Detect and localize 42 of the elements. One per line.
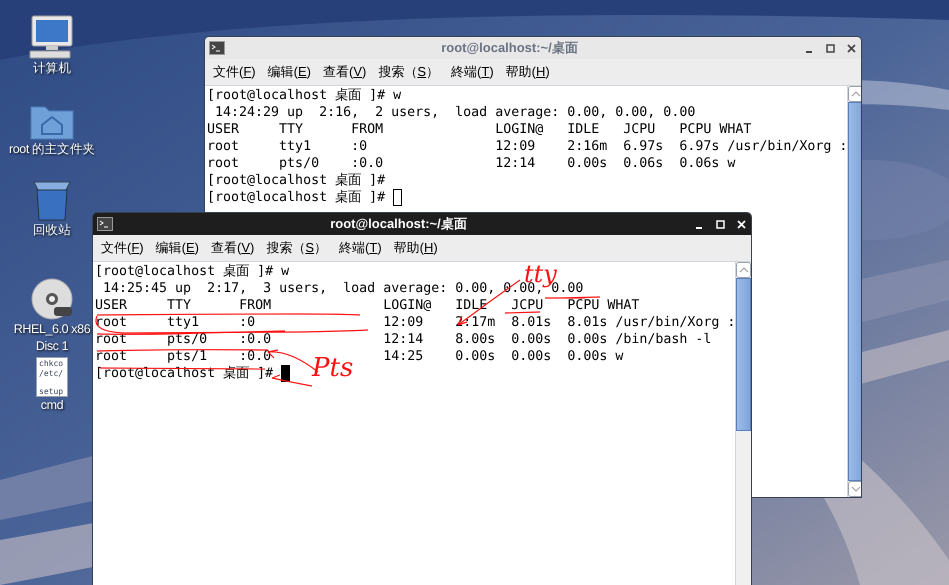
menu-item[interactable]: 終端(T) [451, 62, 494, 82]
icon-label: cmd [40, 397, 64, 414]
terminal-line: [root@localhost 桌面 ]# [207, 172, 386, 189]
menu-item[interactable]: 帮助(H) [506, 62, 550, 82]
scrollbar-thumb[interactable] [736, 278, 751, 431]
menu-item[interactable]: 查看(V) [323, 62, 366, 82]
terminal-line: USER TTY FROM LOGIN@ IDLE JCPU PCPU WHAT [207, 121, 752, 138]
menu-item[interactable]: 搜索（S） [378, 62, 440, 82]
terminal-line: USER TTY FROM LOGIN@ IDLE JCPU PCPU WHAT [95, 297, 640, 314]
icon-label: Disc 1 [36, 338, 68, 355]
terminal-icon [97, 217, 113, 231]
menu-item[interactable]: 文件(F) [213, 62, 256, 82]
menu-item[interactable]: 終端(T) [339, 238, 382, 258]
terminal-line: root pts/0 :0.0 12:14 8.00s 0.00s 0.00s /bin/bash -l [95, 331, 712, 348]
menu-item[interactable]: 文件(F) [101, 238, 144, 258]
window-title: root@localhost:~/桌面 [440, 39, 579, 58]
terminal-line: 14:24:29 up 2:16, 2 users, load average: 0.00, 0.00, 0.00 [214, 104, 696, 121]
menu-item[interactable]: 搜索（S） [266, 238, 328, 258]
menu-item[interactable]: 帮助(H) [394, 238, 438, 258]
terminal-line: [root@localhost 桌面 ]# w [207, 87, 402, 104]
disc-icon[interactable] [30, 277, 74, 321]
menu-item[interactable]: 编辑(E) [268, 62, 311, 82]
terminal-icon [209, 41, 225, 55]
terminal-line: [root@localhost 桌面 ]# [95, 365, 274, 382]
icon-label: 计算机 [33, 60, 71, 77]
icon-label: RHEL_6.0 x86 [14, 321, 90, 338]
terminal-line: root tty1 :0 12:09 2:16m 6.97s 6.97s /usr/bin/Xorg : [207, 138, 848, 155]
icon-label: 回收站 [33, 222, 71, 239]
terminal-line: [root@localhost 桌面 ]# w [95, 263, 290, 280]
preview-text: /etc/ [39, 369, 64, 379]
file-thumbnail[interactable]: chkco /etc/ setup [36, 357, 68, 397]
maximize-icon[interactable] [825, 42, 836, 54]
menu-item[interactable]: 查看(V) [211, 238, 254, 258]
icon-label: root 的主文件夹 [8, 141, 95, 158]
terminal-line: [root@localhost 桌面 ]# [207, 189, 386, 206]
terminal-line: root pts/0 :0.0 12:14 0.00s 0.06s 0.06s w [207, 155, 736, 172]
menu-item[interactable]: 编辑(E) [156, 238, 199, 258]
scrollbar[interactable] [735, 262, 751, 585]
window-title: root@localhost:~/桌面 [329, 215, 468, 234]
preview-text: setup [39, 387, 64, 397]
close-icon[interactable] [846, 42, 857, 54]
preview-text: chkco [39, 359, 64, 369]
